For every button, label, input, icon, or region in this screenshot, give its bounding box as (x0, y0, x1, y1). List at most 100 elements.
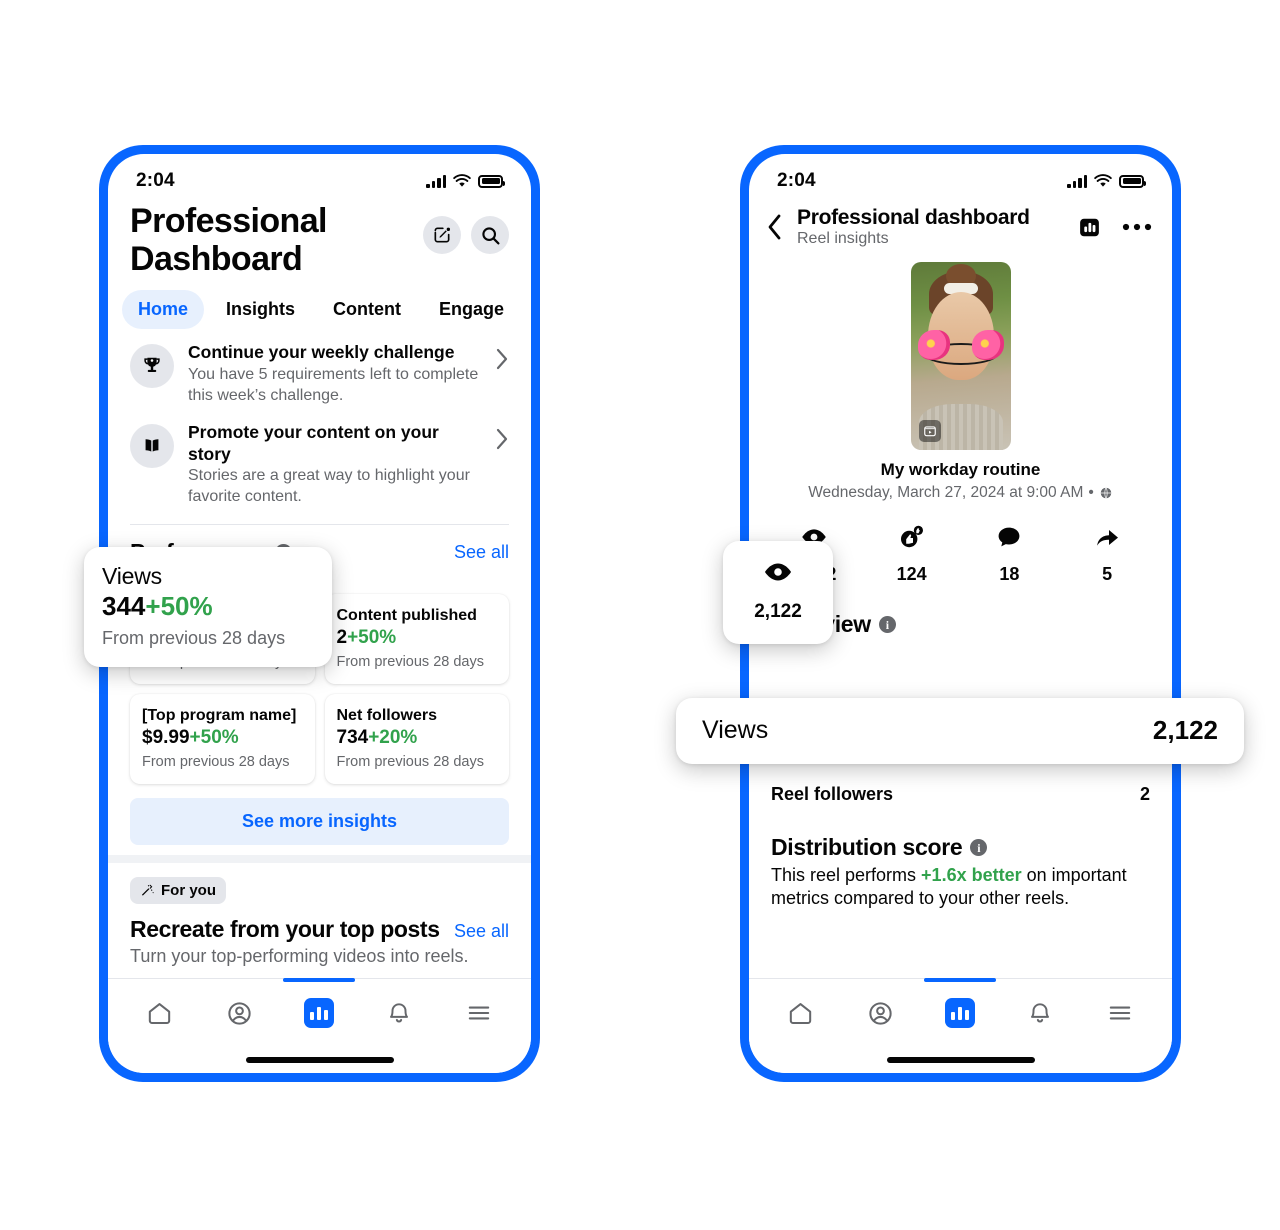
metric-value: 5 (1102, 564, 1113, 584)
callout-value: 2,122 (1152, 715, 1218, 745)
for-you-title: Recreate from your top posts (130, 916, 440, 943)
distribution-score-title: Distribution score (771, 834, 963, 860)
compose-icon (434, 227, 450, 243)
tab-monetization[interactable]: M (526, 290, 531, 329)
callout-value: 344+50% (102, 591, 213, 621)
stat-card-top-program[interactable]: [Top program name] $9.99+50% From previo… (130, 694, 315, 785)
metric-value: 18 (999, 564, 1020, 584)
cellular-signal-icon (1067, 174, 1087, 188)
nav-home[interactable] (773, 993, 829, 1033)
stat-card-content-published[interactable]: Content published 2+50% From previous 28… (324, 593, 509, 685)
nav-notifications[interactable] (1012, 993, 1068, 1033)
reel-icon (918, 420, 941, 442)
tab-insights[interactable]: Insights (210, 290, 311, 329)
for-you-subtitle: Turn your top-performing videos into ree… (130, 946, 469, 967)
book-icon (130, 423, 174, 468)
list-item[interactable]: Promote your content on your story Stori… (130, 417, 509, 518)
reel-thumbnail[interactable] (910, 262, 1011, 450)
stat-delta: +50% (347, 627, 397, 649)
compose-button[interactable] (423, 216, 461, 254)
tab-engage[interactable]: Engage (423, 290, 520, 329)
metric-comments[interactable]: 18 (961, 524, 1059, 585)
for-you-see-all-link[interactable]: See all (454, 921, 509, 942)
distribution-score-text: This reel performs +1.6x better on impor… (749, 861, 1172, 911)
callout-views-overview-row[interactable]: Views 2,122 (676, 698, 1244, 764)
callout-label: Views (702, 716, 769, 744)
list-item-body: Promote your content on your story Stori… (188, 422, 481, 508)
reel-thumbnail-wrapper (749, 248, 1172, 450)
tab-content[interactable]: Content (317, 290, 417, 329)
wifi-icon (453, 174, 471, 187)
page-subtitle: Reel insights (797, 230, 889, 247)
overview-row-reel-followers[interactable]: Reel followers 2 (771, 773, 1150, 816)
cellular-signal-icon (426, 174, 446, 188)
page-title: Professional Dashboard (130, 202, 327, 279)
battery-icon (1119, 174, 1146, 188)
status-time: 2:04 (136, 170, 175, 191)
stat-card-net-followers[interactable]: Net followers 734+20% From previous 28 d… (324, 694, 509, 785)
list-item-subtitle: You have 5 requirements left to complete… (188, 366, 479, 404)
status-time: 2:04 (777, 170, 816, 191)
bottom-nav-items (108, 993, 531, 1033)
list-item-body: Continue your weekly challenge You have … (188, 342, 481, 406)
bell-icon (390, 1003, 409, 1023)
nav-home[interactable] (132, 993, 188, 1033)
trophy-glyph-icon (144, 357, 160, 373)
back-chevron-icon[interactable] (767, 214, 783, 240)
reel-glyph-icon (923, 426, 936, 437)
profile-icon (228, 1001, 251, 1025)
stat-label: Net followers (336, 707, 437, 725)
metric-reactions[interactable]: 124 (863, 524, 961, 585)
nav-notifications[interactable] (371, 993, 427, 1033)
callout-label: Views (102, 563, 162, 589)
status-bar-right: 2:04 (749, 154, 1172, 194)
nav-dashboard[interactable] (932, 993, 988, 1033)
distribution-text-before: This reel performs (771, 865, 922, 885)
list-item-title: Continue your weekly challenge (188, 342, 455, 363)
list-item[interactable]: Continue your weekly challenge You have … (130, 337, 509, 416)
stat-footer: From previous 28 days (336, 754, 484, 771)
callout-views-card[interactable]: Views 344+50% From previous 28 days (84, 547, 332, 667)
nav-profile[interactable] (853, 993, 909, 1033)
bell-icon (1031, 1003, 1050, 1023)
search-icon (481, 226, 500, 245)
distribution-highlight: +1.6x better (921, 865, 1022, 885)
stat-delta: +50% (189, 727, 239, 749)
nav-menu[interactable] (451, 993, 507, 1033)
for-you-chip: For you (130, 877, 226, 905)
stat-value: 734+20% (336, 727, 418, 749)
home-icon (790, 1002, 812, 1024)
tab-home[interactable]: Home (122, 290, 205, 330)
bottom-nav-right (749, 978, 1172, 1073)
header-actions (423, 202, 509, 254)
eye-icon (763, 562, 793, 587)
battery-icon (478, 174, 505, 188)
menu-icon (468, 1006, 490, 1020)
reel-meta: Wednesday, March 27, 2024 at 9:00 AM • (749, 484, 1172, 502)
callout-delta: +50% (145, 591, 213, 621)
bar-chart-icon[interactable] (1077, 215, 1102, 240)
overview-row-value: 2 (1139, 784, 1150, 804)
info-icon[interactable]: i (878, 616, 896, 633)
nav-menu[interactable] (1092, 993, 1148, 1033)
profile-icon (869, 1001, 892, 1025)
callout-views-metric[interactable]: 2,122 (723, 541, 833, 644)
dashboard-tabs[interactable]: Home Insights Content Engage M (108, 278, 531, 337)
reel-insights-titles: Professional dashboard Reel insights (797, 206, 1063, 248)
nav-profile[interactable] (212, 993, 268, 1033)
reel-caption: My workday routine (880, 460, 1041, 479)
metric-shares[interactable]: 5 (1058, 524, 1156, 585)
reel-meta-separator: • (1088, 484, 1094, 501)
book-glyph-icon (145, 438, 159, 452)
home-icon (149, 1002, 171, 1024)
wifi-icon (1094, 174, 1112, 187)
stat-footer: From previous 28 days (336, 654, 484, 671)
see-more-insights-button[interactable]: See more insights (130, 798, 509, 846)
search-button[interactable] (471, 216, 509, 254)
ellipsis-icon[interactable] (1122, 222, 1152, 232)
nav-dashboard[interactable] (291, 993, 347, 1033)
trophy-icon (130, 344, 174, 389)
performance-see-all-link[interactable]: See all (454, 542, 509, 563)
info-icon[interactable]: i (970, 839, 988, 856)
overview-row-label: Reel followers (771, 784, 894, 804)
